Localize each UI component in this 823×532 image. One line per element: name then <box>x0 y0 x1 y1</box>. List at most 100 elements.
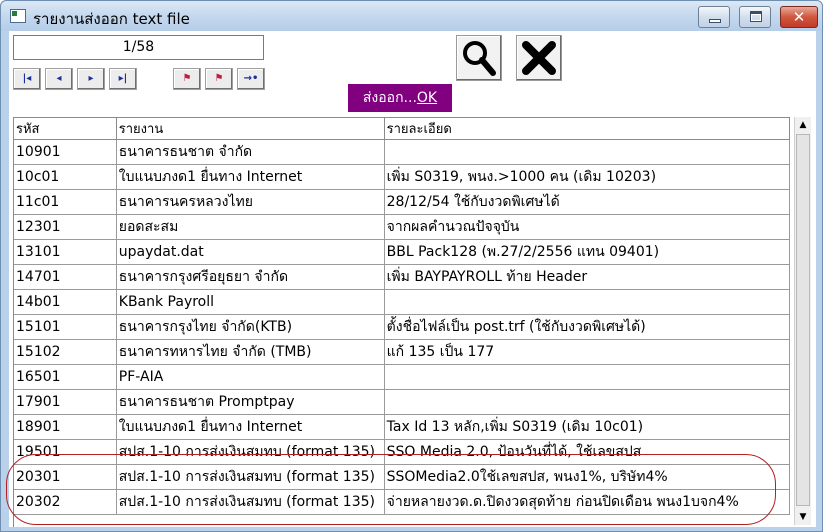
code-cell[interactable]: 14b01 <box>14 289 117 315</box>
code-cell[interactable]: 15101 <box>14 314 117 340</box>
table-row[interactable]: 13101 upaydat.dat BBL Pack128 (พ.27/2/2556… <box>14 239 790 265</box>
export-label: ส่งออก... <box>362 90 417 106</box>
detail-cell[interactable]: ตั้งชื่อไฟล์เป็น post.trf (ใช้กับงวดพิเศ… <box>384 314 790 340</box>
column-header-detail[interactable]: รายละเอียด <box>384 118 790 140</box>
table-row[interactable]: 16501 PF-AIA <box>14 364 790 390</box>
report-cell[interactable]: ธนาคารนครหลวงไทย <box>116 189 385 215</box>
code-cell[interactable]: 17901 <box>14 389 117 415</box>
report-cell[interactable]: ใบแนบภงด1 ยื่นทาง Internet <box>116 414 385 440</box>
next-record-button[interactable]: ▸ <box>77 68 105 90</box>
maximize-button[interactable] <box>739 6 771 28</box>
detail-cell[interactable] <box>384 139 790 165</box>
code-cell[interactable]: 11c01 <box>14 189 117 215</box>
table-row[interactable]: 19501 สปส.1-10 การส่งเงินสมทบ (format 135… <box>14 439 790 465</box>
close-window-button[interactable]: ✕ <box>780 6 818 28</box>
report-export-window: รายงานส่งออก text file ✕ 1/58 |◂ ◂ ▸ ▸| … <box>0 0 823 532</box>
close-icon: ✕ <box>792 8 806 26</box>
table-row[interactable]: 18901 ใบแนบภงด1 ยื่นทาง Internet Tax Id 13… <box>14 414 790 440</box>
report-cell[interactable]: สปส.1-10 การส่งเงินสมทบ (format 135) <box>116 439 385 465</box>
column-header-report[interactable]: รายงาน <box>116 118 385 140</box>
maximize-icon <box>750 11 762 22</box>
client-area: 1/58 |◂ ◂ ▸ ▸| ⚑ ⚑ →• ส่งออก...OK รหัส ร… <box>9 31 816 527</box>
last-record-icon: ▸| <box>118 73 128 84</box>
previous-record-button[interactable]: ◂ <box>45 68 73 90</box>
table-row[interactable]: 10901 ธนาคารธนชาต จำกัด <box>14 139 790 165</box>
page-indicator: 1/58 <box>13 35 264 60</box>
report-cell[interactable]: ธนาคารธนชาต Promptpay <box>116 389 385 415</box>
last-record-button[interactable]: ▸| <box>109 68 137 90</box>
column-header-code[interactable]: รหัส <box>14 118 117 140</box>
search-button[interactable] <box>456 35 502 81</box>
magnifier-icon <box>463 41 496 76</box>
go-record-button[interactable]: →• <box>237 68 265 90</box>
detail-cell[interactable]: เพิ่ม S0319, พนง.>1000 คน (เดิม 10203) <box>384 164 790 190</box>
flag-list-icon: ⚑ <box>214 73 224 84</box>
table-row[interactable]: 14701 ธนาคารกรุงศรีอยุธยา จำกัด เพิ่ม BAYP… <box>14 264 790 290</box>
export-ok-button[interactable]: ส่งออก...OK <box>348 84 452 112</box>
scroll-down-icon[interactable]: ▼ <box>795 509 811 525</box>
app-icon <box>10 9 26 23</box>
vertical-scrollbar[interactable]: ▲ ▼ <box>794 117 811 525</box>
code-cell[interactable]: 13101 <box>14 239 117 265</box>
report-cell[interactable]: PF-AIA <box>116 364 385 390</box>
detail-cell[interactable] <box>384 289 790 315</box>
report-cell[interactable]: ยอดสะสม <box>116 214 385 240</box>
code-cell[interactable]: 19501 <box>14 439 117 465</box>
table-row[interactable]: 15101 ธนาคารกรุงไทย จำกัด(KTB) ตั้งชื่อไฟล… <box>14 314 790 340</box>
table-row[interactable]: 12301 ยอดสะสม จากผลคำนวณปัจจุบัน <box>14 214 790 240</box>
previous-record-icon: ◂ <box>56 73 62 84</box>
code-cell[interactable]: 10901 <box>14 139 117 165</box>
detail-cell[interactable] <box>384 364 790 390</box>
cancel-button[interactable] <box>516 35 562 81</box>
report-cell[interactable]: ธนาคารทหารไทย จำกัด (TMB) <box>116 339 385 365</box>
table-row[interactable]: 15102 ธนาคารทหารไทย จำกัด (TMB) แก้ 135 เป… <box>14 339 790 365</box>
flag-icon: ⚑ <box>182 73 192 84</box>
detail-cell[interactable]: จ่ายหลายงวด.ด.ปิดงวดสุดท้าย ก่อนปิดเดือน… <box>384 489 790 515</box>
detail-cell[interactable]: BBL Pack128 (พ.27/2/2556 แทน 09401) <box>384 239 790 265</box>
detail-cell[interactable]: SSOMedia2.0ใช้เลขสปส, พนง1%, บริษัท4% <box>384 464 790 490</box>
go-record-icon: →• <box>243 73 259 84</box>
scroll-up-icon[interactable]: ▲ <box>795 117 811 133</box>
code-cell[interactable]: 15102 <box>14 339 117 365</box>
code-cell[interactable]: 10c01 <box>14 164 117 190</box>
flag-button[interactable]: ⚑ <box>173 68 201 90</box>
scroll-thumb[interactable] <box>796 134 810 506</box>
code-cell[interactable]: 20301 <box>14 464 117 490</box>
code-cell[interactable]: 16501 <box>14 364 117 390</box>
report-cell[interactable]: ธนาคารกรุงศรีอยุธยา จำกัด <box>116 264 385 290</box>
table-row[interactable]: 11c01 ธนาคารนครหลวงไทย 28/12/54 ใช้กับงวดพ… <box>14 189 790 215</box>
flag-list-button[interactable]: ⚑ <box>205 68 233 90</box>
code-cell[interactable]: 18901 <box>14 414 117 440</box>
code-cell[interactable]: 20302 <box>14 489 117 515</box>
table-row[interactable]: 14b01 KBank Payroll <box>14 289 790 315</box>
minimize-icon <box>709 19 721 23</box>
x-icon <box>522 41 556 75</box>
title-bar[interactable]: รายงานส่งออก text file ✕ <box>1 1 822 31</box>
detail-cell[interactable]: แก้ 135 เป็น 177 <box>384 339 790 365</box>
table-row[interactable]: 20302 สปส.1-10 การส่งเงินสมทบ (format 135… <box>14 489 790 515</box>
table-row[interactable]: 10c01 ใบแนบภงด1 ยื่นทาง Internet เพิ่ม S03… <box>14 164 790 190</box>
report-cell[interactable]: ธนาคารกรุงไทย จำกัด(KTB) <box>116 314 385 340</box>
code-cell[interactable]: 12301 <box>14 214 117 240</box>
export-hotkey: OK <box>416 90 438 106</box>
detail-cell[interactable]: 28/12/54 ใช้กับงวดพิเศษได้ <box>384 189 790 215</box>
detail-cell[interactable]: Tax Id 13 หลัก,เพิ่ม S0319 (เดิม 10c01) <box>384 414 790 440</box>
detail-cell[interactable]: จากผลคำนวณปัจจุบัน <box>384 214 790 240</box>
header-row: รหัส รายงาน รายละเอียด <box>14 118 790 140</box>
code-cell[interactable]: 14701 <box>14 264 117 290</box>
report-cell[interactable]: สปส.1-10 การส่งเงินสมทบ (format 135) <box>116 464 385 490</box>
first-record-button[interactable]: |◂ <box>13 68 41 90</box>
report-cell[interactable]: upaydat.dat <box>116 239 385 265</box>
report-cell[interactable]: KBank Payroll <box>116 289 385 315</box>
detail-cell[interactable] <box>384 389 790 415</box>
report-grid[interactable]: รหัส รายงาน รายละเอียด 10901 ธนาคารธนชาต … <box>13 117 790 527</box>
first-record-icon: |◂ <box>22 73 32 84</box>
minimize-button[interactable] <box>698 6 730 28</box>
table-row[interactable]: 20301 สปส.1-10 การส่งเงินสมทบ (format 135… <box>14 464 790 490</box>
report-cell[interactable]: สปส.1-10 การส่งเงินสมทบ (format 135) <box>116 489 385 515</box>
detail-cell[interactable]: SSO Media 2.0, ป้อนวันที่ได้, ใช้เลขสปส <box>384 439 790 465</box>
detail-cell[interactable]: เพิ่ม BAYPAYROLL ท้าย Header <box>384 264 790 290</box>
report-cell[interactable]: ธนาคารธนชาต จำกัด <box>116 139 385 165</box>
table-row[interactable]: 17901 ธนาคารธนชาต Promptpay <box>14 389 790 415</box>
report-cell[interactable]: ใบแนบภงด1 ยื่นทาง Internet <box>116 164 385 190</box>
